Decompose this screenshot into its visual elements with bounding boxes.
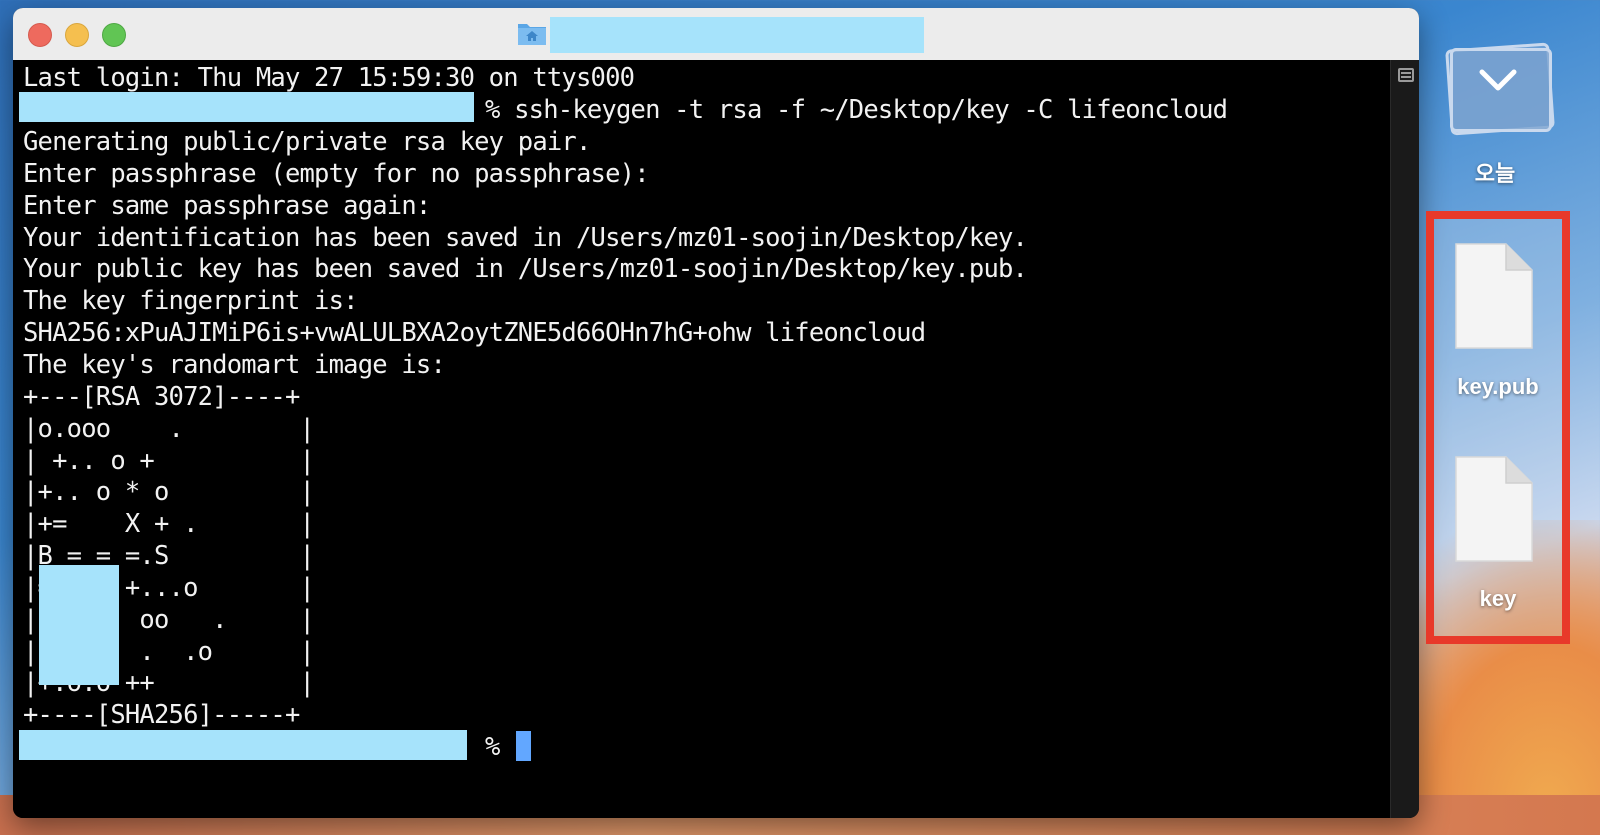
terminal-line: % ssh-keygen -t rsa -f ~/Desktop/key -C … bbox=[485, 95, 1228, 125]
randomart-redacted bbox=[39, 565, 119, 685]
randomart-line: +----[SHA256]-----+ bbox=[23, 700, 300, 730]
window-title-redacted bbox=[550, 17, 924, 53]
prompt-redacted bbox=[19, 92, 474, 122]
today-stack[interactable] bbox=[1442, 42, 1555, 138]
zoom-button[interactable] bbox=[102, 23, 126, 47]
randomart-line: +---[RSA 3072]----+ bbox=[23, 382, 300, 412]
split-view-icon[interactable] bbox=[1398, 68, 1414, 82]
terminal-line: The key's randomart image is: bbox=[23, 350, 446, 380]
title-bar[interactable] bbox=[13, 8, 1419, 61]
file-label-key-pub[interactable]: key.pub bbox=[1426, 374, 1570, 400]
terminal-line: Your public key has been saved in /Users… bbox=[23, 254, 1028, 284]
chevron-down-icon bbox=[1479, 69, 1517, 91]
document-icon[interactable] bbox=[1452, 242, 1534, 352]
close-button[interactable] bbox=[28, 23, 52, 47]
randomart-line: |+= X + . | bbox=[23, 509, 315, 539]
terminal-prompt: % bbox=[485, 732, 500, 762]
terminal-line: Generating public/private rsa key pair. bbox=[23, 127, 591, 157]
terminal-line: Enter passphrase (empty for no passphras… bbox=[23, 159, 650, 189]
terminal-line: Enter same passphrase again: bbox=[23, 191, 431, 221]
home-folder-icon bbox=[518, 24, 546, 45]
prompt-redacted bbox=[19, 730, 467, 760]
terminal-window: Last login: Thu May 27 15:59:30 on ttys0… bbox=[13, 8, 1419, 818]
stack-label: 오늘 bbox=[1474, 161, 1516, 186]
terminal-line: The key fingerprint is: bbox=[23, 286, 359, 316]
randomart-line: |o.ooo . | bbox=[23, 414, 315, 444]
randomart-line: | +.. o + | bbox=[23, 446, 315, 476]
file-label-key[interactable]: key bbox=[1426, 586, 1570, 612]
randomart-line: |+.. o * o | bbox=[23, 477, 315, 507]
terminal-content[interactable]: Last login: Thu May 27 15:59:30 on ttys0… bbox=[13, 60, 1391, 818]
terminal-line: Your identification has been saved in /U… bbox=[23, 223, 1028, 253]
document-icon[interactable] bbox=[1452, 455, 1534, 565]
terminal-line: SHA256:xPuAJIMiP6is+vwALULBXA2oytZNE5d66… bbox=[23, 318, 926, 348]
text-cursor bbox=[516, 731, 531, 761]
minimize-button[interactable] bbox=[65, 23, 89, 47]
terminal-line: Last login: Thu May 27 15:59:30 on ttys0… bbox=[23, 63, 635, 93]
scroll-gutter[interactable] bbox=[1390, 60, 1419, 818]
